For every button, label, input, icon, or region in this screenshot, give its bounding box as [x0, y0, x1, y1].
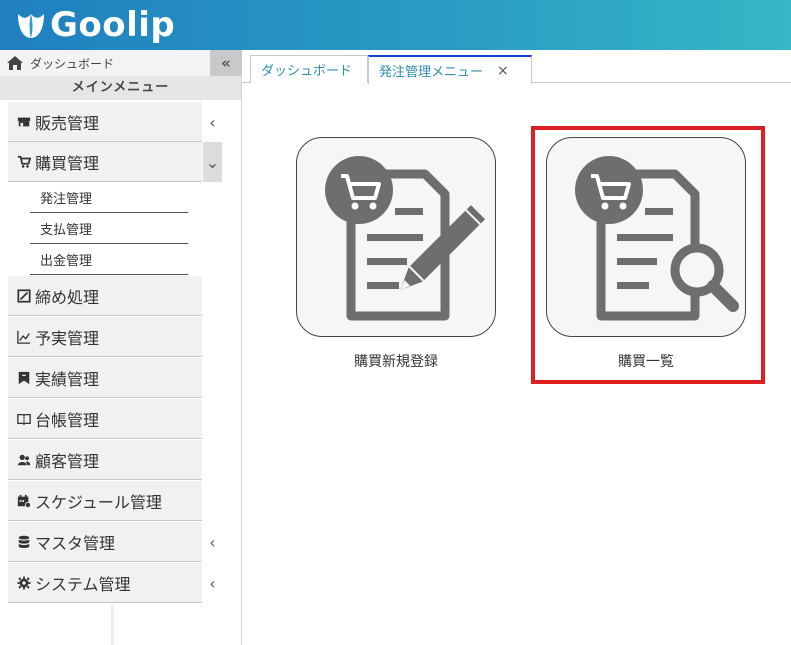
users-icon [16, 452, 32, 468]
chart-line-icon [16, 329, 32, 345]
sidebar-item-system[interactable]: システム管理 [8, 563, 202, 603]
sidebar-collapse-button[interactable]: « [210, 50, 242, 76]
sidebar-item-closing[interactable]: 締め処理 [8, 276, 202, 316]
main-content: 購買新規登録 購買一覧 [242, 83, 791, 645]
chevron-left-icon[interactable]: ‹ [203, 563, 222, 603]
gear-icon [16, 575, 32, 591]
logo[interactable]: Goolip [14, 4, 175, 46]
main-menu-heading: メインメニュー [0, 76, 241, 100]
selection-highlight-frame [531, 126, 765, 384]
sidebar-item-label: 実績管理 [35, 369, 100, 389]
tab-order-menu[interactable]: 発注管理メニュー × [368, 55, 532, 84]
calendar-icon [16, 493, 32, 509]
sidebar: ダッシュボード « メインメニュー 販売管理 ‹ 購買管理 ⌄ 発注管理 支払管… [0, 50, 242, 645]
cart-document-edit-icon [325, 156, 486, 321]
cart-icon [16, 154, 32, 170]
sidebar-item-label: スケジュール管理 [35, 492, 162, 512]
sidebar-item-sales[interactable]: 販売管理 [8, 102, 202, 142]
sidebar-item-label: マスタ管理 [35, 533, 116, 553]
sidebar-item-label: 締め処理 [35, 287, 100, 307]
sidebar-scroll-track [111, 605, 114, 645]
sidebar-dashboard-label: ダッシュボード [30, 56, 115, 71]
tab-dashboard[interactable]: ダッシュボード [250, 55, 368, 83]
tab-bar: ダッシュボード 発注管理メニュー × [242, 50, 791, 84]
tab-label: ダッシュボード [261, 64, 353, 79]
sidebar-item-customers[interactable]: 顧客管理 [8, 440, 202, 480]
sidebar-dashboard-link[interactable]: ダッシュボード [0, 50, 210, 76]
book-icon [16, 411, 32, 427]
database-icon [16, 534, 32, 550]
sidebar-item-label: 販売管理 [35, 113, 100, 133]
sidebar-item-label: 購買管理 [35, 153, 100, 173]
chevron-down-icon[interactable]: ⌄ [203, 142, 222, 182]
close-icon[interactable]: × [497, 63, 509, 79]
sidebar-subitem-order[interactable]: 発注管理 [30, 182, 188, 213]
home-icon [7, 56, 23, 70]
bookmark-icon [16, 370, 32, 386]
sidebar-item-results[interactable]: 実績管理 [8, 358, 202, 398]
app-header: Goolip [0, 0, 791, 50]
sidebar-subitem-payment[interactable]: 支払管理 [30, 213, 188, 244]
sidebar-item-budget[interactable]: 予実管理 [8, 317, 202, 357]
sidebar-item-ledger[interactable]: 台帳管理 [8, 399, 202, 439]
chevron-left-icon[interactable]: ‹ [203, 102, 222, 142]
closing-icon [16, 288, 32, 304]
sidebar-item-label: 顧客管理 [35, 451, 100, 471]
sidebar-item-schedule[interactable]: スケジュール管理 [8, 481, 202, 521]
sidebar-item-label: システム管理 [35, 574, 131, 594]
sidebar-item-purchase[interactable]: 購買管理 [8, 142, 202, 182]
tab-label: 発注管理メニュー [379, 65, 484, 80]
logo-text: Goolip [50, 5, 176, 45]
sidebar-item-label: 予実管理 [35, 328, 100, 348]
sidebar-item-label: 台帳管理 [35, 410, 100, 430]
sidebar-subitem-withdrawal[interactable]: 出金管理 [30, 244, 188, 275]
tulip-logo-icon [18, 14, 44, 38]
purchase-new-tile[interactable] [296, 137, 496, 337]
sidebar-item-master[interactable]: マスタ管理 [8, 522, 202, 562]
store-icon [16, 114, 32, 130]
tile-label: 購買新規登録 [354, 354, 438, 370]
chevron-left-icon[interactable]: ‹ [203, 522, 222, 562]
